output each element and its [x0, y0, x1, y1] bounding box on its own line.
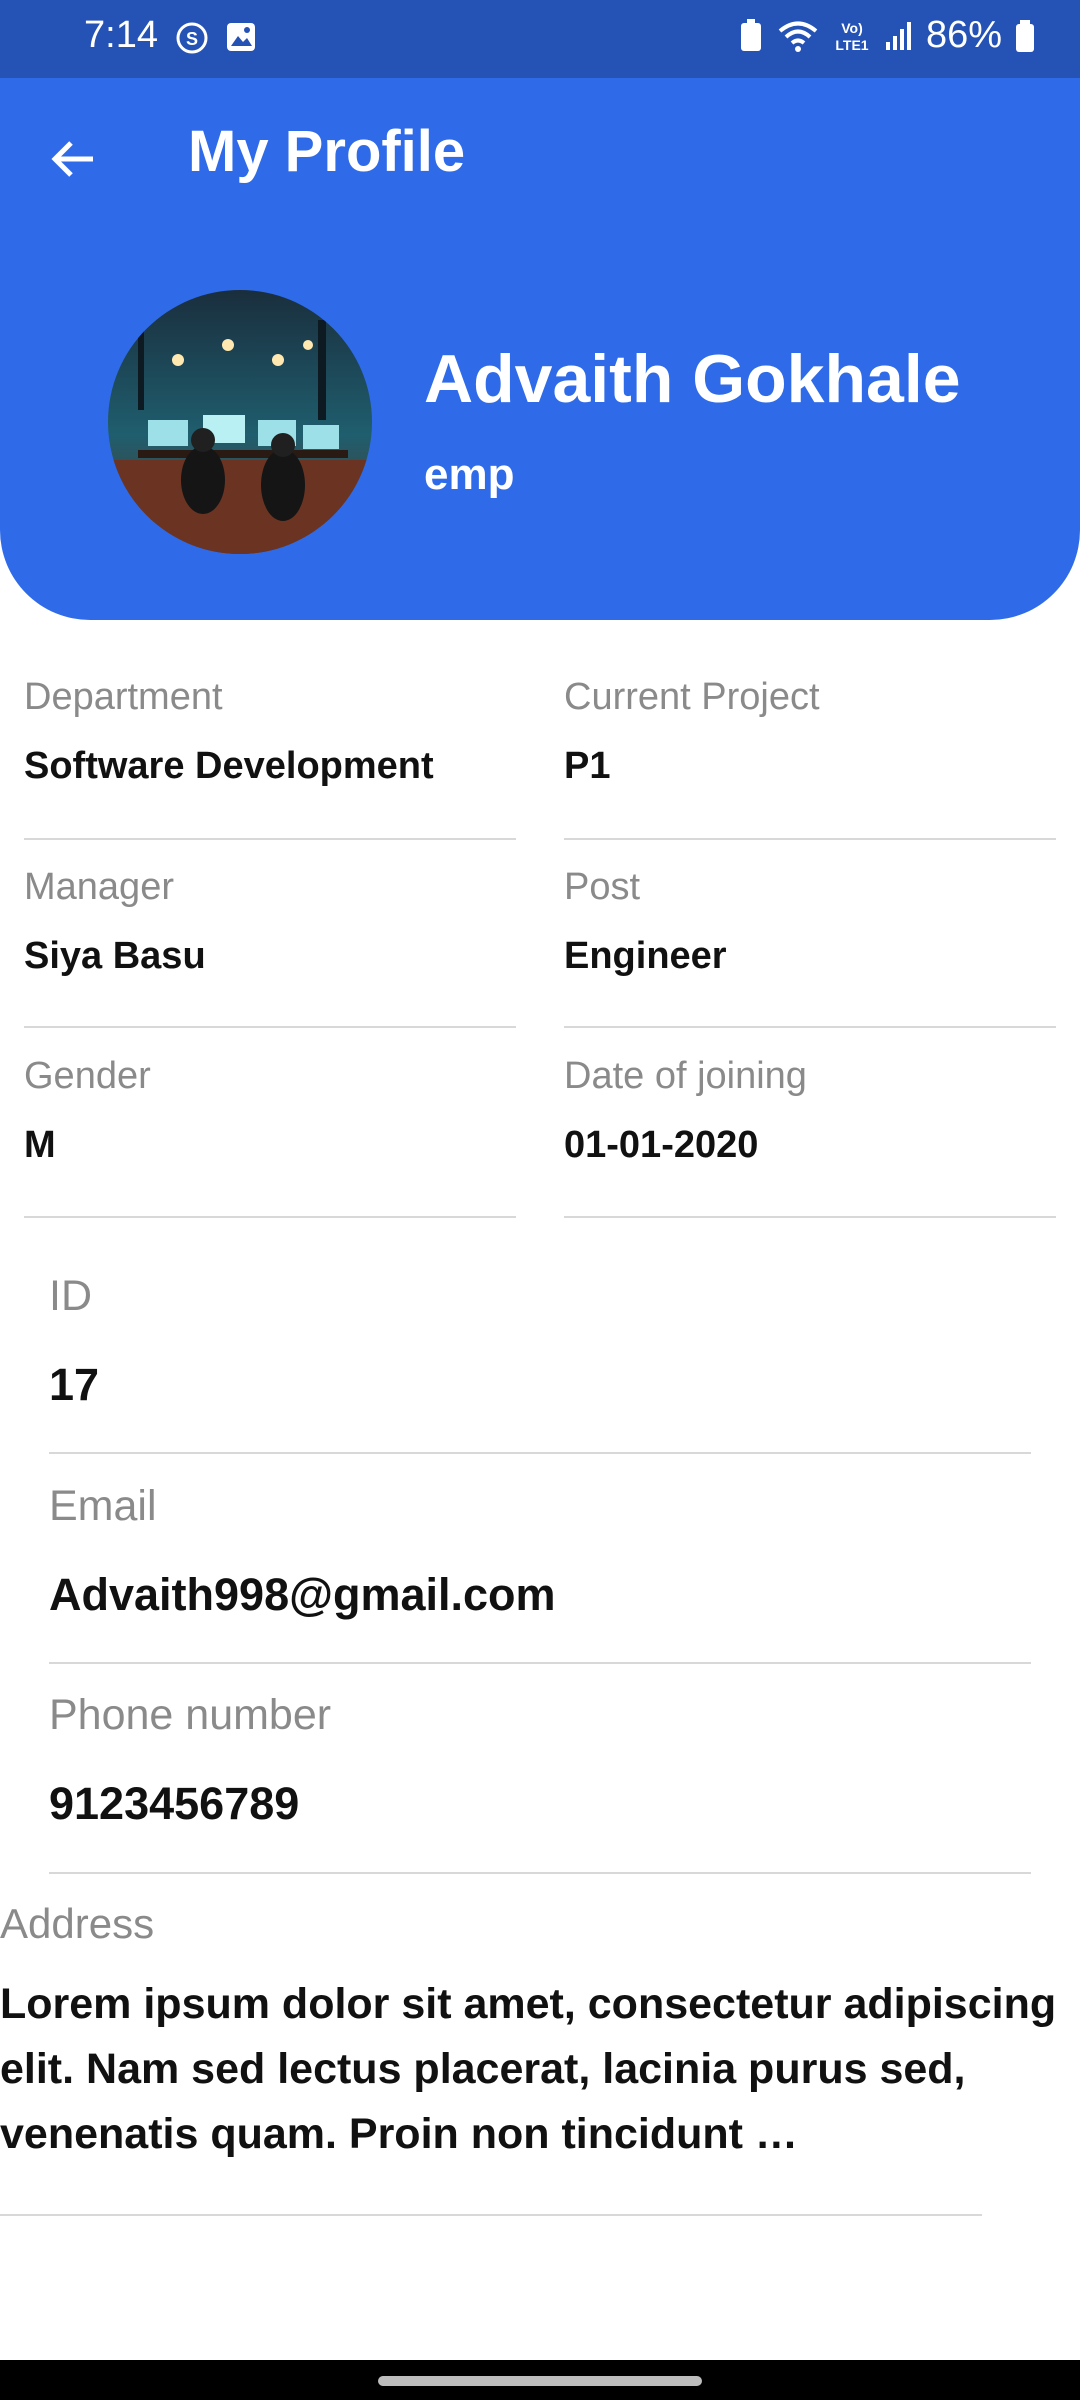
date-of-joining-value: 01-01-2020 — [564, 1124, 759, 1166]
divider — [24, 1216, 516, 1218]
gender-label: Gender — [24, 1055, 151, 1097]
phone-value: 9123456789 — [49, 1778, 300, 1829]
address-label: Address — [0, 1900, 155, 1947]
email-field: Email Advaith998@gmail.com — [49, 1482, 1031, 1664]
department-field: Department Software Development — [24, 676, 516, 840]
phone-field: Phone number 9123456789 — [49, 1691, 1031, 1874]
battery-saver-icon — [740, 18, 761, 51]
email-value: Advaith998@gmail.com — [49, 1569, 556, 1620]
svg-text:S: S — [186, 29, 198, 49]
manager-field: Manager Siya Basu — [24, 866, 516, 1030]
phone-label: Phone number — [49, 1691, 332, 1739]
address-field: Address Lorem ipsum dolor sit amet, cons… — [0, 1900, 1060, 2218]
page-title: My Profile — [188, 119, 466, 184]
avatar[interactable] — [108, 290, 372, 554]
manager-label: Manager — [24, 866, 174, 908]
divider — [49, 1662, 1031, 1664]
divider — [49, 1872, 1031, 1874]
department-value: Software Development — [24, 745, 434, 787]
battery-percent: 86% — [925, 14, 1002, 56]
divider — [0, 2214, 982, 2216]
current-project-value: P1 — [564, 745, 611, 787]
address-value: Lorem ipsum dolor sit amet, consectetur … — [0, 1980, 1057, 2158]
current-project-field: Current Project P1 — [564, 676, 1056, 840]
id-field: ID 17 — [49, 1272, 1031, 1454]
status-bar: 7:14 S Vo) LTE1 86% — [0, 0, 1080, 78]
id-label: ID — [49, 1272, 92, 1320]
profile-header: My Profile Advaith Gokhale emp — [0, 78, 1080, 620]
current-project-label: Current Project — [564, 676, 820, 718]
post-value: Engineer — [564, 935, 727, 977]
avatar-image — [108, 290, 372, 554]
status-time: 7:14 — [84, 14, 158, 56]
gender-field: Gender M — [24, 1055, 516, 1219]
home-handle[interactable] — [378, 2376, 702, 2386]
post-label: Post — [564, 866, 641, 908]
wifi-icon — [778, 21, 818, 52]
svg-text:LTE1: LTE1 — [835, 37, 868, 53]
system-icons: Vo) LTE1 86% — [738, 14, 1036, 57]
manager-value: Siya Basu — [24, 935, 206, 977]
divider — [564, 1216, 1056, 1218]
profile-name: Advaith Gokhale — [424, 341, 961, 417]
arrow-left-icon — [51, 141, 93, 177]
divider — [24, 838, 516, 840]
svg-text:Vo): Vo) — [841, 20, 863, 36]
id-value: 17 — [49, 1359, 100, 1410]
volte-icon: Vo) LTE1 — [835, 20, 868, 53]
gender-value: M — [24, 1124, 56, 1166]
divider — [24, 1026, 516, 1028]
email-label: Email — [49, 1482, 157, 1530]
back-button[interactable] — [38, 124, 108, 194]
post-field: Post Engineer — [564, 866, 1056, 1030]
date-of-joining-field: Date of joining 01-01-2020 — [564, 1055, 1056, 1219]
department-label: Department — [24, 676, 223, 718]
battery-icon — [1016, 19, 1034, 52]
divider — [49, 1452, 1031, 1454]
gallery-icon — [227, 23, 255, 51]
signal-icon — [885, 21, 911, 50]
divider — [564, 1026, 1056, 1028]
profile-role: emp — [424, 450, 515, 499]
skype-icon: S — [176, 22, 208, 54]
divider — [564, 838, 1056, 840]
notification-icons: S — [174, 20, 258, 56]
date-of-joining-label: Date of joining — [564, 1055, 807, 1097]
navigation-bar — [0, 2360, 1080, 2400]
